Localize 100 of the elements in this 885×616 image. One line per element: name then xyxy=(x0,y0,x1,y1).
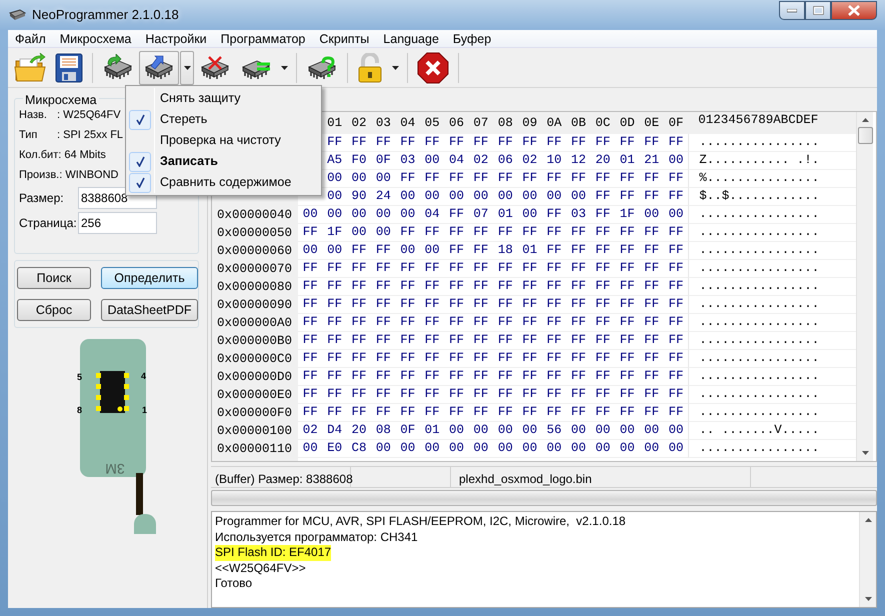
action-button[interactable]: DataSheetPDF xyxy=(101,299,198,321)
hex-cell: 00 xyxy=(346,170,372,188)
hex-cell: FF xyxy=(542,242,566,260)
scroll-thumb[interactable] xyxy=(858,127,873,144)
input-field[interactable]: 256 xyxy=(78,212,157,234)
maximize-button[interactable] xyxy=(805,1,831,20)
hex-cell: FF xyxy=(322,386,347,404)
scrollbar[interactable] xyxy=(856,112,874,461)
menu-item[interactable]: Программатор xyxy=(214,30,312,47)
hex-cell: FF xyxy=(639,188,664,206)
hex-cell: FF xyxy=(322,278,347,296)
menu-item[interactable]: Проверка на чистоту xyxy=(128,130,319,151)
action-button[interactable]: Сброс xyxy=(17,299,91,321)
close-button[interactable] xyxy=(831,1,877,20)
column-header: 0C xyxy=(594,114,612,132)
scrollbar[interactable] xyxy=(859,512,876,607)
hex-cell: FF xyxy=(615,242,640,260)
column-header: 01 xyxy=(326,114,344,132)
hex-cell: 00 xyxy=(566,188,591,206)
field-value: : W25Q64FV xyxy=(57,108,121,123)
hex-cell: 18 xyxy=(493,242,518,260)
write-button[interactable] xyxy=(139,50,179,84)
hex-cell: FF xyxy=(615,278,640,296)
hex-cell: FF xyxy=(371,332,396,350)
ascii-cell: ................ xyxy=(688,332,856,350)
action-button[interactable]: Определить xyxy=(101,267,198,289)
hex-cell: FF xyxy=(298,314,322,332)
hex-cell: 00 xyxy=(639,206,664,224)
menu-item[interactable]: Микросхема xyxy=(52,30,138,47)
hex-cell: FF xyxy=(396,368,420,386)
hex-cell: FF xyxy=(444,404,469,422)
stop-icon xyxy=(417,52,449,84)
menu-item[interactable]: Файл xyxy=(8,30,53,47)
hex-cell: FF xyxy=(371,350,396,368)
ascii-cell: ................ xyxy=(688,440,856,458)
address-cell-text: 0x00000070 xyxy=(216,260,294,278)
hex-cell: FF xyxy=(371,368,396,386)
hex-cell: FF xyxy=(346,260,372,278)
hex-cell: 00 xyxy=(566,422,591,440)
minimize-button[interactable] xyxy=(779,1,805,20)
hex-cell: FF xyxy=(590,242,616,260)
hex-cell: FF xyxy=(346,332,372,350)
column-header: 0A xyxy=(546,114,563,132)
hex-cell: FF xyxy=(542,296,566,314)
hex-cell: FF xyxy=(639,170,664,188)
hex-cell: FF xyxy=(493,314,518,332)
hex-cell: FF xyxy=(518,278,542,296)
hex-cell: FF xyxy=(468,260,494,278)
hex-cell: FF xyxy=(542,170,566,188)
hex-cell: FF xyxy=(664,404,688,422)
menu-item[interactable]: Стереть xyxy=(128,109,319,130)
hex-cell: FF xyxy=(566,296,591,314)
hex-cell: FF xyxy=(298,386,322,404)
hex-cell: FF xyxy=(542,404,566,422)
ascii-cell: ................ xyxy=(688,404,856,422)
action-button[interactable]: Поиск xyxy=(17,267,91,289)
hex-cell: FF xyxy=(468,368,494,386)
hex-cell: FF xyxy=(566,350,591,368)
field-label: Страница: xyxy=(19,214,78,232)
hex-cell: FF xyxy=(590,296,616,314)
hex-cell: FF xyxy=(518,332,542,350)
hex-cell: FF xyxy=(493,404,518,422)
socket-maker-label: 3M xyxy=(105,461,125,477)
hex-cell: 01 xyxy=(615,152,640,170)
address-cell-text: 0x000000B0 xyxy=(216,332,294,350)
hex-cell: FF xyxy=(664,242,688,260)
hex-cell: FF xyxy=(493,368,518,386)
hex-cell: FF xyxy=(615,260,640,278)
hex-cell: FF xyxy=(468,404,494,422)
hex-cell: FF xyxy=(468,170,494,188)
hex-cell: FF xyxy=(420,350,444,368)
menu-item[interactable]: Скрипты xyxy=(312,30,376,47)
hex-cell: FF xyxy=(420,386,444,404)
ascii-cell: ................ xyxy=(688,350,856,368)
dropdown-button[interactable] xyxy=(180,50,194,84)
hex-cell: FF xyxy=(444,170,469,188)
hex-cell: 00 xyxy=(396,188,420,206)
hex-cell: 00 xyxy=(371,440,396,458)
hex-cell: FF xyxy=(615,368,640,386)
hex-cell: FF xyxy=(396,386,420,404)
menu-item[interactable]: Записать xyxy=(128,151,319,172)
menu-item[interactable]: Language xyxy=(376,30,446,47)
menu-item[interactable]: Настройки xyxy=(138,30,214,47)
menu-item[interactable]: Буфер xyxy=(446,30,498,47)
hex-cell: F0 xyxy=(346,152,372,170)
address-cell-text: 0x00000100 xyxy=(216,422,294,440)
hex-cell: FF xyxy=(444,368,469,386)
hex-cell: FF xyxy=(590,368,616,386)
checkmark-icon xyxy=(136,156,144,167)
menu-item[interactable]: Снять защиту xyxy=(128,88,319,109)
hex-cell: FF xyxy=(420,134,444,152)
hex-cell: FF xyxy=(371,404,396,422)
hex-cell: FF xyxy=(590,386,616,404)
hex-cell: FF xyxy=(493,386,518,404)
hex-cell: 00 xyxy=(420,440,444,458)
hex-cell: FF xyxy=(566,404,591,422)
field-value: : SPI 25xx FL xyxy=(57,128,124,143)
hex-cell: FF xyxy=(322,404,347,422)
hex-cell: FF xyxy=(493,260,518,278)
column-header: 07 xyxy=(472,114,490,132)
